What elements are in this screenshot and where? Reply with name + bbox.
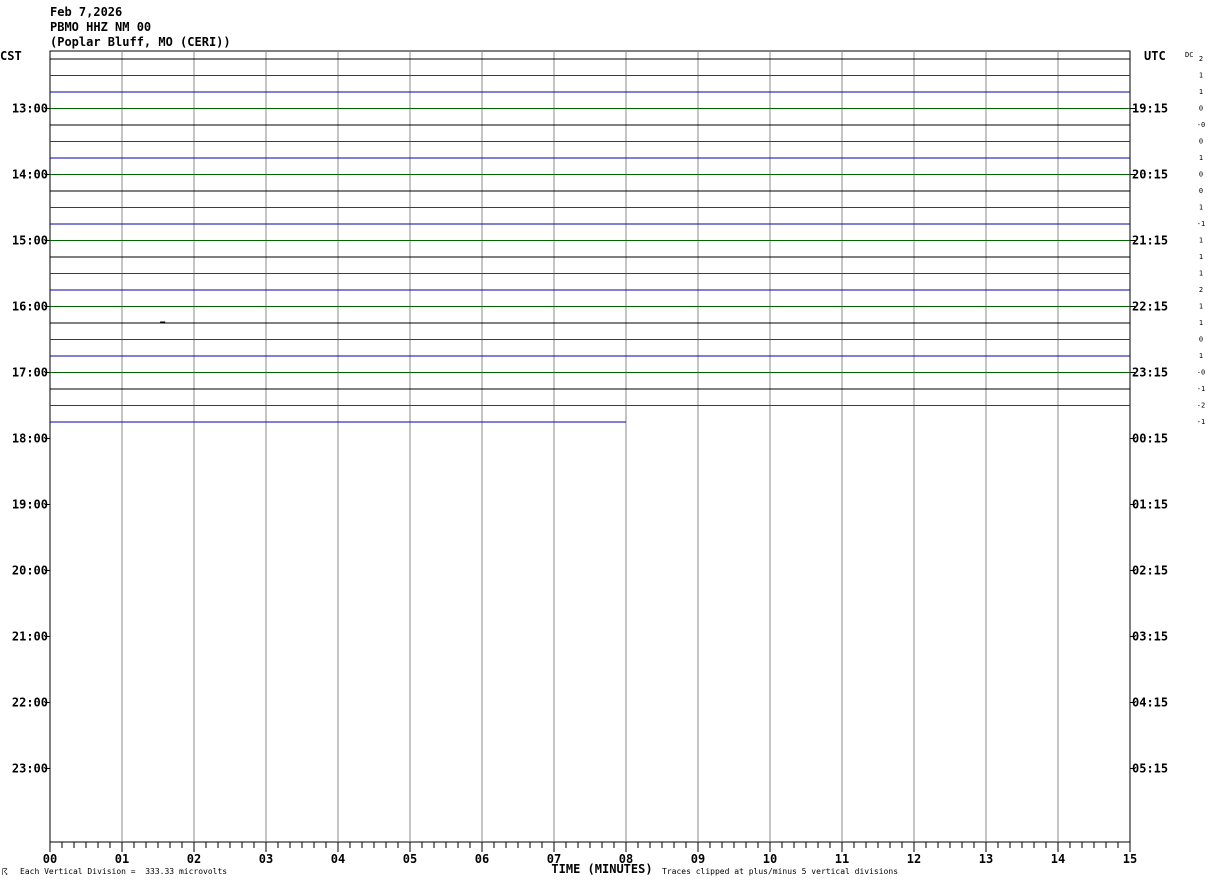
hour-label-right: 04:15 bbox=[1132, 696, 1168, 710]
hour-label-right: 03:15 bbox=[1132, 630, 1168, 644]
dc-offset-value: 0 bbox=[1199, 171, 1203, 179]
hour-label-left: 17:00 bbox=[12, 366, 48, 380]
dc-offset-value: 1 bbox=[1199, 72, 1203, 80]
x-tick-label: 14 bbox=[1051, 852, 1065, 866]
hour-label-left: 23:00 bbox=[12, 762, 48, 776]
scale-note: Each Vertical Division = 333.33 microvol… bbox=[20, 867, 228, 876]
x-tick-label: 01 bbox=[115, 852, 129, 866]
dc-offset-value: 0 bbox=[1199, 105, 1203, 113]
x-tick-label: 12 bbox=[907, 852, 921, 866]
x-tick-label: 11 bbox=[835, 852, 849, 866]
hour-label-left: 16:00 bbox=[12, 300, 48, 314]
dc-offset-value: 1 bbox=[1199, 352, 1203, 360]
corner-mark: ☈ bbox=[2, 868, 8, 878]
hour-label-left: 20:00 bbox=[12, 564, 48, 578]
x-tick-label: 10 bbox=[763, 852, 777, 866]
x-tick-label: 00 bbox=[43, 852, 57, 866]
dc-offset-value: 0 bbox=[1199, 138, 1203, 146]
x-tick-label: 03 bbox=[259, 852, 273, 866]
dc-offset-value: -2 bbox=[1197, 402, 1205, 410]
dc-offset-value: -1 bbox=[1197, 418, 1205, 426]
dc-offset-value: 1 bbox=[1199, 154, 1203, 162]
hour-label-left: 19:00 bbox=[12, 498, 48, 512]
dc-offset-value: 2 bbox=[1199, 55, 1203, 63]
hour-label-left: 14:00 bbox=[12, 168, 48, 182]
hour-label-left: 22:00 bbox=[12, 696, 48, 710]
dc-offset-value: 1 bbox=[1199, 88, 1203, 96]
dc-offset-value: 1 bbox=[1199, 270, 1203, 278]
seismogram-plot: 2110-001001-111121101-0-1-2-1CST UTC DC13:… bbox=[0, 49, 1205, 876]
hour-label-left: 21:00 bbox=[12, 630, 48, 644]
x-tick-label: 05 bbox=[403, 852, 417, 866]
dc-offset-value: -0 bbox=[1197, 121, 1205, 129]
dc-column-label: DC bbox=[1185, 51, 1193, 59]
dc-offset-value: 1 bbox=[1199, 204, 1203, 212]
dc-offset-value: 1 bbox=[1199, 253, 1203, 261]
dc-offset-value: 1 bbox=[1199, 303, 1203, 311]
dc-offset-value: 0 bbox=[1199, 187, 1203, 195]
plot-frame bbox=[49, 50, 1131, 843]
left-axis-label: CST bbox=[0, 49, 22, 63]
right-axis-label: UTC bbox=[1144, 49, 1166, 63]
hour-label-right: 23:15 bbox=[1132, 366, 1168, 380]
dc-offset-value: 2 bbox=[1199, 286, 1203, 294]
dc-offset-value: 1 bbox=[1199, 319, 1203, 327]
dc-offset-value: 0 bbox=[1199, 336, 1203, 344]
dc-offset-value: -0 bbox=[1197, 369, 1205, 377]
hour-label-right: 20:15 bbox=[1132, 168, 1168, 182]
hour-label-left: 15:00 bbox=[12, 234, 48, 248]
hour-label-right: 22:15 bbox=[1132, 300, 1168, 314]
hour-label-left: 13:00 bbox=[12, 102, 48, 116]
x-tick-label: 15 bbox=[1123, 852, 1137, 866]
hour-label-right: 00:15 bbox=[1132, 432, 1168, 446]
hour-label-right: 01:15 bbox=[1132, 498, 1168, 512]
dc-offset-value: -1 bbox=[1197, 385, 1205, 393]
x-tick-label: 09 bbox=[691, 852, 705, 866]
x-tick-label: 06 bbox=[475, 852, 489, 866]
hour-label-right: 05:15 bbox=[1132, 762, 1168, 776]
hour-label-right: 21:15 bbox=[1132, 234, 1168, 248]
x-tick-label: 02 bbox=[187, 852, 201, 866]
x-tick-label: 04 bbox=[331, 852, 345, 866]
clip-note: Traces clipped at plus/minus 5 vertical … bbox=[662, 867, 899, 876]
dc-offset-value: -1 bbox=[1197, 220, 1205, 228]
hour-label-right: 02:15 bbox=[1132, 564, 1168, 578]
hour-label-right: 19:15 bbox=[1132, 102, 1168, 116]
x-tick-label: 13 bbox=[979, 852, 993, 866]
dc-offset-value: 1 bbox=[1199, 237, 1203, 245]
x-axis-title: TIME (MINUTES) bbox=[551, 862, 652, 876]
hour-label-left: 18:00 bbox=[12, 432, 48, 446]
